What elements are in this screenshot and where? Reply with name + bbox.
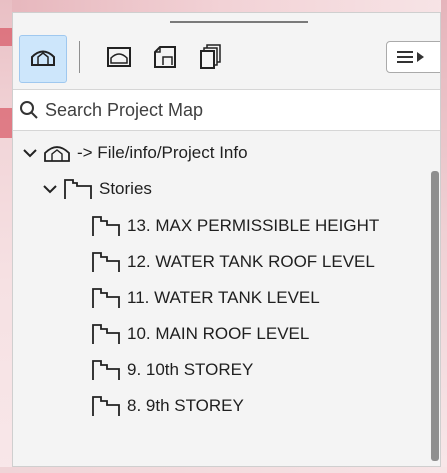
- view-map-icon: [106, 46, 132, 73]
- layout-book-tab[interactable]: [141, 35, 189, 83]
- frame-decoration-left: [0, 0, 12, 473]
- tree-item-story[interactable]: 8. 9th STOREY: [91, 388, 244, 424]
- chevron-down-icon[interactable]: [23, 146, 37, 160]
- project-map-tab[interactable]: [19, 35, 67, 83]
- story-icon: [91, 358, 121, 382]
- toolbar-separator: [79, 41, 80, 73]
- menu-icon: [397, 51, 413, 63]
- search-bar: [13, 89, 440, 131]
- tree-item-story[interactable]: 10. MAIN ROOF LEVEL: [91, 316, 309, 352]
- tree-item-story[interactable]: 11. WATER TANK LEVEL: [91, 280, 320, 316]
- tree-scrollbar[interactable]: [427, 131, 440, 466]
- tree-item-stories[interactable]: Stories: [43, 171, 152, 207]
- scrollbar-thumb[interactable]: [431, 171, 439, 461]
- story-icon: [91, 322, 121, 346]
- search-input[interactable]: [45, 99, 405, 121]
- tree-item-label: 9. 10th STOREY: [127, 360, 254, 379]
- project-icon: [43, 143, 71, 163]
- arrow-right-icon: [417, 52, 424, 62]
- story-icon: [91, 286, 121, 310]
- stories-icon: [63, 177, 93, 201]
- publisher-sets-icon: [199, 43, 223, 75]
- project-map-icon: [30, 47, 56, 72]
- story-icon: [91, 250, 121, 274]
- search-icon: [19, 100, 39, 120]
- chevron-down-icon[interactable]: [43, 182, 57, 196]
- tree-item-label: 10. MAIN ROOF LEVEL: [127, 324, 310, 343]
- tree-item-story[interactable]: 9. 10th STOREY: [91, 352, 253, 388]
- tree-item-project[interactable]: -> File/info/Project Info: [23, 135, 248, 171]
- tree-item-label: 13. MAX PERMISSIBLE HEIGHT: [127, 216, 380, 235]
- story-icon: [91, 214, 121, 238]
- screenshot-root: -> File/info/Project Info Stories: [0, 0, 447, 473]
- publisher-sets-tab[interactable]: [187, 35, 235, 83]
- tree-item-label: 12. WATER TANK ROOF LEVEL: [127, 252, 375, 271]
- navigator-panel: -> File/info/Project Info Stories: [12, 12, 441, 467]
- tree-item-label: -> File/info/Project Info: [77, 143, 248, 162]
- view-map-tab[interactable]: [95, 35, 143, 83]
- layout-book-icon: [152, 45, 178, 74]
- project-map-tree: -> File/info/Project Info Stories 13. MA…: [13, 131, 425, 466]
- options-menu-button[interactable]: [386, 41, 440, 73]
- tree-item-story[interactable]: 12. WATER TANK ROOF LEVEL: [91, 244, 375, 280]
- story-icon: [91, 394, 121, 418]
- tree-item-label: 8. 9th STOREY: [127, 396, 244, 415]
- tree-item-label: 11. WATER TANK LEVEL: [127, 288, 320, 307]
- navigator-toolbar: [13, 27, 440, 89]
- tree-item-story[interactable]: 13. MAX PERMISSIBLE HEIGHT: [91, 208, 379, 244]
- frame-decoration-bottom: [0, 467, 447, 473]
- tree-item-label: Stories: [99, 179, 152, 198]
- panel-grip[interactable]: [170, 21, 308, 23]
- frame-decoration-top: [0, 0, 447, 12]
- frame-decoration-right: [441, 0, 447, 473]
